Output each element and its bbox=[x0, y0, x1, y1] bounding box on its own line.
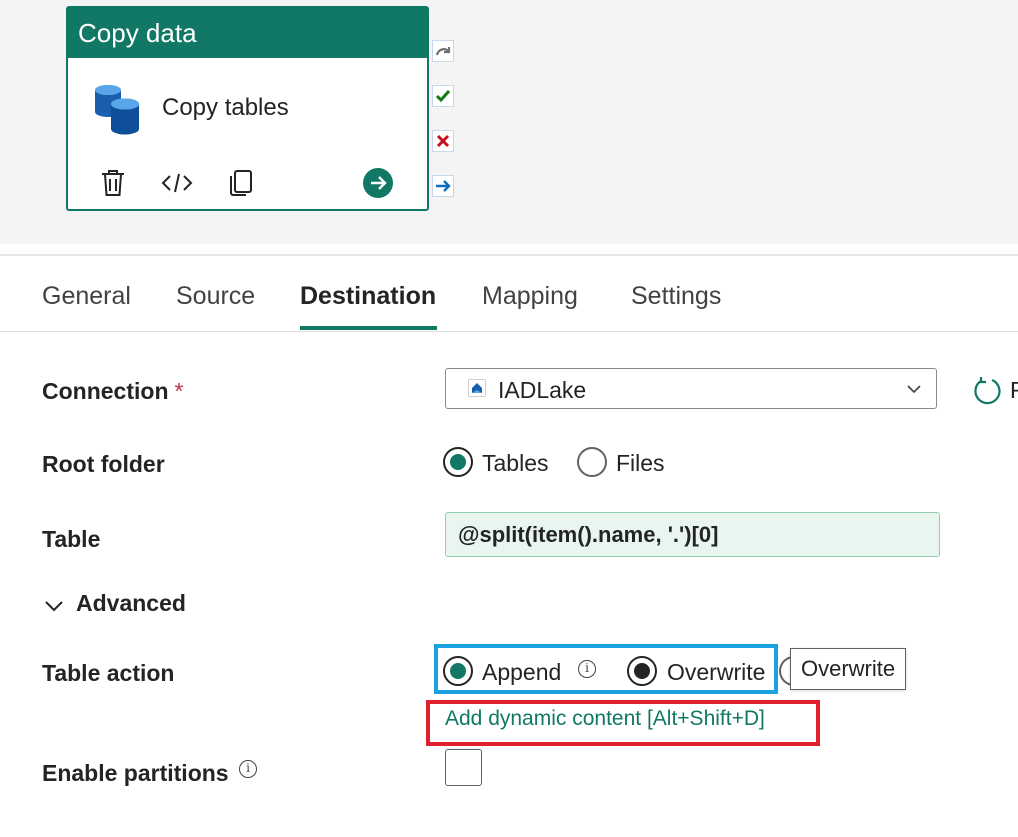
panel-divider bbox=[0, 244, 1018, 256]
tab-general[interactable]: General bbox=[42, 282, 131, 311]
advanced-toggle[interactable]: Advanced bbox=[42, 590, 186, 617]
refresh-icon[interactable] bbox=[972, 376, 1002, 406]
info-icon[interactable]: i bbox=[239, 760, 257, 778]
chevron-down-icon bbox=[907, 385, 921, 394]
table-dynamic-input[interactable]: @split(item().name, '.')[0] bbox=[445, 512, 940, 557]
copy-icon[interactable] bbox=[224, 166, 258, 200]
tab-mapping[interactable]: Mapping bbox=[482, 282, 578, 311]
chevron-down-icon bbox=[45, 601, 63, 612]
delete-icon[interactable] bbox=[96, 166, 130, 200]
tab-destination[interactable]: Destination bbox=[300, 282, 436, 311]
table-action-overwrite-radio[interactable] bbox=[627, 656, 657, 686]
skip-icon[interactable] bbox=[432, 40, 454, 62]
enable-partitions-checkbox[interactable] bbox=[445, 749, 482, 786]
root-folder-tables-label: Tables bbox=[482, 450, 549, 476]
database-icon bbox=[95, 85, 139, 135]
activity-type-label: Copy data bbox=[68, 8, 427, 58]
root-folder-tables-radio[interactable] bbox=[443, 447, 473, 477]
tab-source[interactable]: Source bbox=[176, 282, 255, 311]
activity-card-body: Copy tables bbox=[68, 58, 427, 208]
root-folder-files-label: Files bbox=[616, 450, 665, 476]
activity-name: Copy tables bbox=[162, 94, 289, 121]
advanced-label: Advanced bbox=[76, 590, 186, 616]
table-action-label: Table action bbox=[42, 660, 175, 686]
pipeline-canvas: Copy data Copy tables bbox=[0, 0, 1018, 244]
add-dynamic-content-link[interactable]: Add dynamic content [Alt+Shift+D] bbox=[445, 707, 765, 731]
root-folder-files-radio[interactable] bbox=[577, 447, 607, 477]
table-action-overwrite-label: Overwrite bbox=[667, 659, 766, 685]
success-icon[interactable] bbox=[432, 85, 454, 107]
enable-partitions-label: Enable partitions bbox=[42, 760, 229, 786]
lakehouse-icon bbox=[468, 379, 486, 397]
table-action-append-label: Append bbox=[482, 659, 562, 685]
table-action-append-radio[interactable] bbox=[443, 656, 473, 686]
overwrite-tooltip: Overwrite bbox=[790, 648, 906, 690]
refresh-label[interactable]: R bbox=[1010, 377, 1018, 404]
activity-actions bbox=[96, 166, 406, 200]
properties-tabs: General Source Destination Mapping Setti… bbox=[0, 256, 1018, 332]
activity-card[interactable]: Copy data Copy tables bbox=[66, 6, 429, 211]
connection-label: Connection * bbox=[42, 378, 183, 405]
go-arrow-icon[interactable] bbox=[361, 166, 395, 200]
activity-dependency-icons bbox=[432, 40, 456, 220]
tab-settings[interactable]: Settings bbox=[631, 282, 721, 311]
failure-icon[interactable] bbox=[432, 130, 454, 152]
completion-icon[interactable] bbox=[432, 175, 454, 197]
required-mark: * bbox=[174, 378, 184, 404]
connection-dropdown[interactable]: IADLake bbox=[445, 368, 937, 409]
info-icon[interactable]: i bbox=[578, 660, 596, 678]
active-tab-indicator bbox=[300, 326, 437, 330]
table-label: Table bbox=[42, 526, 101, 552]
code-icon[interactable] bbox=[160, 166, 194, 200]
root-folder-label: Root folder bbox=[42, 451, 165, 477]
connection-label-text: Connection bbox=[42, 378, 169, 404]
connection-value: IADLake bbox=[498, 377, 587, 403]
